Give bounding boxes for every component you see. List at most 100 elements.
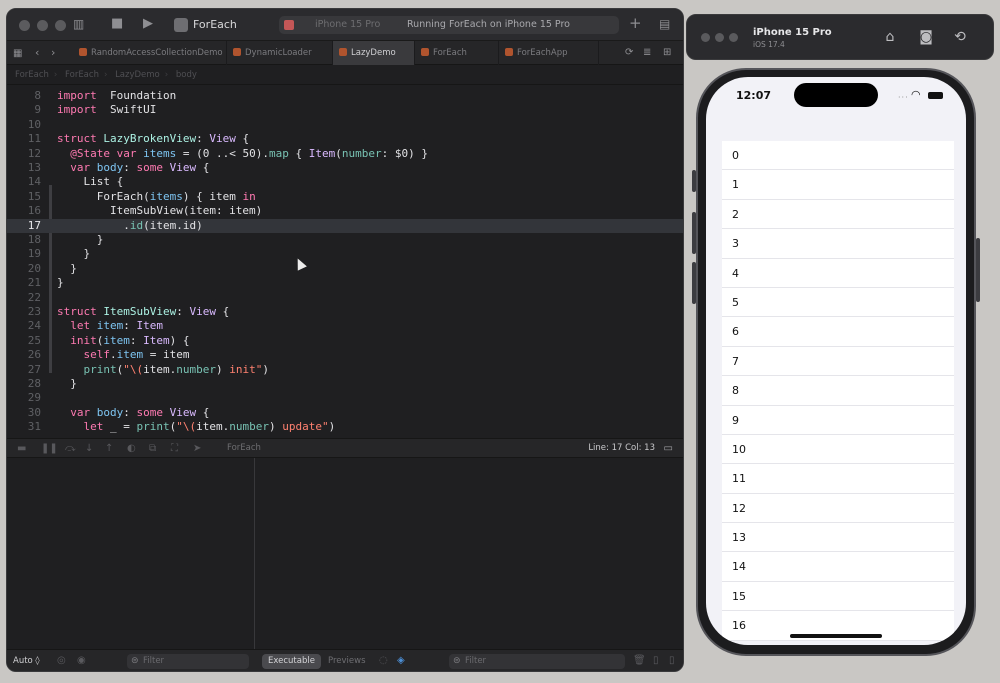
line-number[interactable]: 12 (7, 147, 41, 161)
screenshot-icon[interactable]: ◙ (917, 28, 935, 46)
breadcrumb-group[interactable]: ForEach (65, 70, 99, 80)
line-number[interactable]: 25 (7, 334, 41, 348)
close-window-button[interactable] (19, 20, 30, 31)
location-icon[interactable]: ➤ (193, 443, 201, 454)
console-filter-input[interactable]: ⊜ Filter (449, 654, 625, 669)
step-into-icon[interactable]: ↓ (85, 443, 93, 454)
code-line[interactable]: 21} (7, 276, 683, 290)
list-item[interactable]: 4 (722, 258, 954, 288)
code-line[interactable]: 14 List { (7, 175, 683, 189)
code-line[interactable]: 31 let _ = print("\(item.number) update"… (7, 420, 683, 434)
variables-scope-select[interactable]: Auto ◊ (13, 656, 40, 666)
line-number[interactable]: 8 (7, 89, 41, 103)
line-number[interactable]: 11 (7, 132, 41, 146)
code-line[interactable]: 10 (7, 118, 683, 132)
refresh-icon[interactable]: ⟳ (625, 46, 633, 60)
add-icon[interactable]: + (629, 16, 642, 31)
list-item[interactable]: 15 (722, 581, 954, 612)
breadcrumb-symbol[interactable]: body (176, 70, 197, 80)
code-line[interactable]: 17 .id(item.id) (7, 218, 683, 233)
eye-icon[interactable]: ◉ (77, 655, 86, 666)
variables-filter-input[interactable]: ⊜ Filter (127, 654, 249, 669)
code-line[interactable]: 16 ItemSubView(item: item) (7, 204, 683, 218)
line-number[interactable]: 19 (7, 247, 41, 261)
minimize-window-button[interactable] (37, 20, 48, 31)
debug-console[interactable] (7, 458, 683, 649)
forward-icon[interactable]: › (51, 46, 55, 60)
line-number[interactable]: 23 (7, 305, 41, 319)
memory-graph-icon[interactable]: ⧉ (149, 443, 156, 454)
breadcrumb-file[interactable]: LazyDemo (115, 70, 160, 80)
options-icon[interactable]: ◌ (379, 655, 388, 666)
split-editor-icon[interactable]: ⊞ (663, 46, 671, 60)
rotate-icon[interactable]: ⟲ (951, 28, 969, 46)
line-number[interactable]: 17 (7, 219, 41, 233)
previews-button[interactable]: Previews (322, 654, 372, 669)
inspector-toggle-icon[interactable]: ▤ (659, 17, 670, 31)
code-line[interactable]: 15 ForEach(items) { item in (7, 190, 683, 204)
grid-icon[interactable]: ▦ (13, 47, 22, 61)
step-over-icon[interactable]: ⤼ (65, 443, 76, 454)
code-line[interactable]: 11 struct LazyBrokenView: View { (7, 132, 683, 146)
item-list[interactable]: 0 1 2 3 4 5 6 7 8 9 10 11 12 13 14 15 16 (722, 141, 954, 641)
line-number[interactable]: 26 (7, 348, 41, 362)
code-line[interactable]: 8 import Foundation (7, 89, 683, 103)
run-destination[interactable]: iPhone 15 Pro (315, 19, 380, 30)
code-line[interactable]: 24 let item: Item (7, 319, 683, 333)
run-icon[interactable]: ▶ (143, 17, 153, 31)
tab-for-each-app[interactable]: ForEachApp (499, 41, 599, 65)
line-number[interactable]: 22 (7, 291, 41, 305)
code-line[interactable]: 9 import SwiftUI (7, 103, 683, 117)
code-line[interactable]: 26 self.item = item (7, 348, 683, 362)
split-left-icon[interactable]: ▯ (653, 655, 659, 666)
hide-debug-area-icon[interactable]: ▬ (17, 443, 26, 454)
back-icon[interactable]: ‹ (35, 46, 39, 60)
line-number[interactable]: 10 (7, 118, 41, 132)
line-number[interactable]: 18 (7, 233, 41, 247)
list-item[interactable]: 1 (722, 170, 954, 200)
tab-for-each[interactable]: ForEach (415, 41, 499, 65)
code-line[interactable]: 19 } (7, 247, 683, 261)
line-number[interactable]: 29 (7, 391, 41, 405)
line-number[interactable]: 21 (7, 276, 41, 290)
code-line[interactable]: 25 init(item: Item) { (7, 334, 683, 348)
list-item[interactable]: 7 (722, 346, 954, 377)
source-editor[interactable]: 8 import Foundation 9 import SwiftUI 10 11 str… (7, 85, 683, 438)
trash-icon[interactable]: 🗑 (633, 655, 646, 666)
view-debugger-icon[interactable]: ◐ (127, 443, 136, 454)
line-number[interactable]: 24 (7, 319, 41, 333)
minimize-simulator-button[interactable] (715, 33, 724, 42)
executable-button[interactable]: Executable (262, 654, 321, 669)
code-line[interactable]: 13 var body: some View { (7, 161, 683, 175)
line-number[interactable]: 14 (7, 175, 41, 189)
line-number[interactable]: 31 (7, 420, 41, 434)
step-out-icon[interactable]: ↑ (105, 443, 113, 454)
list-item[interactable]: 0 (722, 141, 954, 171)
list-item[interactable]: 9 (722, 405, 954, 435)
line-number[interactable]: 13 (7, 161, 41, 175)
console-divider[interactable] (254, 458, 255, 671)
editor-options-icon[interactable]: ≣ (643, 46, 651, 60)
list-item[interactable]: 12 (722, 493, 954, 524)
list-item[interactable]: 11 (722, 464, 954, 494)
navigator-toggle-icon[interactable]: ▥ (73, 17, 84, 31)
code-line[interactable]: 20 } (7, 262, 683, 276)
code-line[interactable]: 28 } (7, 377, 683, 391)
code-line[interactable]: 29 (7, 391, 683, 405)
home-indicator[interactable] (790, 634, 882, 638)
scheme-selector[interactable]: ForEach (193, 18, 237, 31)
line-number[interactable]: 20 (7, 262, 41, 276)
list-item[interactable]: 6 (722, 317, 954, 347)
list-item[interactable]: 2 (722, 199, 954, 230)
attach-icon[interactable]: ◈ (397, 655, 405, 666)
panel-toggle-icon[interactable]: ▭ (664, 443, 673, 454)
pause-icon[interactable]: ❚❚ (41, 443, 58, 454)
tab-dynamic-loader[interactable]: DynamicLoader (227, 41, 333, 65)
list-item[interactable]: 8 (722, 376, 954, 406)
code-line[interactable]: 27 print("\(item.number) init") (7, 363, 683, 377)
list-item[interactable]: 3 (722, 229, 954, 259)
code-line[interactable]: 30 var body: some View { (7, 406, 683, 420)
line-number[interactable]: 15 (7, 190, 41, 204)
environment-icon[interactable]: ⛶ (171, 443, 178, 454)
code-line[interactable]: 18 } (7, 233, 683, 247)
